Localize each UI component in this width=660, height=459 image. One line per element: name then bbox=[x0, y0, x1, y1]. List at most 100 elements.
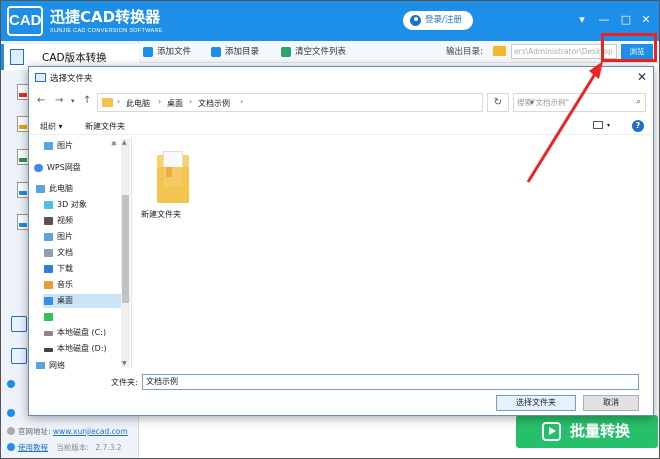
clear-list-button[interactable]: 清空文件列表 bbox=[281, 45, 346, 59]
app-logo: CAD bbox=[7, 6, 43, 36]
tool-icon[interactable] bbox=[11, 348, 27, 364]
folder-item-label[interactable]: 新建文件夹 bbox=[141, 209, 181, 220]
search-input[interactable]: 搜索"文档示例" ⌕ bbox=[513, 93, 646, 112]
cloud-icon bbox=[34, 164, 43, 172]
app-subtitle: XUNJIE CAD CONVERSION SOFTWARE bbox=[50, 28, 163, 34]
up-icon[interactable]: ↑ bbox=[83, 95, 91, 106]
nav-row: ← → ▾ ↑ › 此电脑 › 桌面 › 文档示例 › ▾ ↻ 搜索"文档示例"… bbox=[29, 91, 653, 113]
select-folder-button[interactable]: 选择文件夹 bbox=[496, 395, 576, 411]
cancel-button[interactable]: 取消 bbox=[583, 395, 639, 411]
pin-icon[interactable]: ✱ bbox=[111, 140, 117, 148]
add-dir-button[interactable]: 添加目录 bbox=[211, 45, 259, 59]
music-icon bbox=[44, 281, 53, 289]
crumb-separator: › bbox=[158, 97, 162, 106]
tree-item-pictures[interactable]: 图片 bbox=[43, 230, 121, 244]
tree-item-network[interactable]: 网络 bbox=[35, 359, 113, 369]
help-icon[interactable]: ? bbox=[632, 120, 644, 132]
download-icon bbox=[44, 265, 53, 273]
refresh-icon[interactable]: ↻ bbox=[487, 93, 509, 112]
tree-label: 音乐 bbox=[57, 280, 73, 289]
folder-icon bbox=[102, 98, 113, 107]
tree-item-documents[interactable]: 文档 bbox=[43, 246, 121, 260]
crumb-separator: › bbox=[240, 97, 244, 106]
filename-input[interactable]: 文档示例 bbox=[142, 374, 639, 390]
tree-item-pictures-quick[interactable]: 图片 bbox=[43, 139, 121, 153]
crumb-separator: › bbox=[189, 97, 193, 106]
select-folder-dialog: 选择文件夹 ✕ ← → ▾ ↑ › 此电脑 › 桌面 › 文档示例 › ▾ ↻ … bbox=[28, 66, 654, 416]
close-icon[interactable]: ✕ bbox=[639, 13, 653, 27]
new-folder-button[interactable]: 新建文件夹 bbox=[85, 121, 125, 132]
sidebar-item-label: CAD版本转换 bbox=[42, 52, 107, 64]
tree-label: 本地磁盘 (C:) bbox=[57, 328, 107, 337]
tree-item-green[interactable] bbox=[43, 310, 121, 324]
tree-label: 文档 bbox=[57, 248, 73, 257]
dialog-close-icon[interactable]: ✕ bbox=[637, 70, 647, 84]
drive-icon bbox=[44, 331, 53, 336]
batch-convert-label: 批量转换 bbox=[570, 422, 631, 440]
command-bar: 组织 ▾ 新建文件夹 ▾ ? bbox=[29, 117, 653, 135]
app-name: 迅捷CAD转换器 bbox=[50, 8, 161, 26]
folder-front bbox=[157, 167, 189, 203]
breadcrumb-this-pc[interactable]: 此电脑 bbox=[126, 98, 150, 109]
desktop-icon bbox=[44, 297, 53, 305]
tree-item-drive-d[interactable]: 本地磁盘 (D:) bbox=[43, 342, 121, 356]
play-icon bbox=[542, 422, 561, 441]
scrollbar-thumb[interactable] bbox=[122, 195, 129, 303]
video-icon bbox=[44, 217, 53, 225]
back-icon[interactable]: ← bbox=[37, 95, 45, 106]
view-icon[interactable] bbox=[593, 121, 603, 129]
output-label: 输出目录: bbox=[446, 47, 483, 57]
dropdown-icon[interactable]: ▾ bbox=[575, 13, 589, 27]
tree-item-wps[interactable]: WPS网盘 bbox=[33, 161, 111, 175]
breadcrumb-desktop[interactable]: 桌面 bbox=[167, 98, 183, 109]
crumb-separator: › bbox=[117, 97, 121, 106]
tool-icon[interactable] bbox=[11, 316, 27, 332]
tree-item-music[interactable]: 音乐 bbox=[43, 278, 121, 292]
tree-item-drive-c[interactable]: 本地磁盘 (C:) bbox=[43, 326, 121, 340]
forward-icon[interactable]: → bbox=[55, 95, 63, 106]
tree-item-desktop[interactable]: 桌面 bbox=[43, 294, 121, 308]
dialog-icon bbox=[35, 73, 46, 82]
document-icon bbox=[44, 249, 53, 257]
organize-menu[interactable]: 组织 ▾ bbox=[40, 121, 63, 132]
drive-icon bbox=[44, 348, 53, 352]
picture-icon bbox=[44, 233, 53, 241]
website-link[interactable]: www.xunjiecad.com bbox=[53, 427, 128, 436]
clear-icon bbox=[281, 47, 291, 57]
navigation-tree: 图片 WPS网盘 此电脑 3D 对象 视频 图片 文档 下载 音乐 桌面 本地磁… bbox=[29, 137, 132, 369]
tree-label: 网络 bbox=[49, 361, 65, 369]
batch-convert-button[interactable]: 批量转换 bbox=[516, 415, 658, 448]
tutorial-link[interactable]: 使用教程 bbox=[18, 443, 48, 452]
info-row bbox=[7, 380, 18, 389]
tree-item-3d[interactable]: 3D 对象 bbox=[43, 198, 121, 212]
tree-scrollbar[interactable]: ▲ ▼ bbox=[121, 139, 130, 367]
version-label: 当前版本: bbox=[56, 443, 89, 452]
tree-item-this-pc[interactable]: 此电脑 bbox=[35, 182, 113, 196]
version-value: 2.7.3.2 bbox=[95, 443, 122, 452]
website-label: 官网地址: bbox=[18, 427, 51, 436]
add-dir-label: 添加目录 bbox=[225, 47, 260, 57]
tree-label: 下载 bbox=[57, 264, 73, 273]
filename-label: 文件夹: bbox=[111, 378, 138, 387]
address-bar[interactable]: › 此电脑 › 桌面 › 文档示例 › ▾ bbox=[97, 93, 534, 112]
tree-item-videos[interactable]: 视频 bbox=[43, 214, 121, 228]
scroll-up-icon[interactable]: ▲ bbox=[122, 139, 127, 146]
maximize-icon[interactable]: □ bbox=[619, 13, 633, 27]
filename-row: 文件夹: 文档示例 bbox=[29, 371, 653, 393]
breadcrumb-current[interactable]: 文档示例 bbox=[198, 98, 230, 109]
tree-item-downloads[interactable]: 下载 bbox=[43, 262, 121, 276]
history-dropdown-icon[interactable]: ▾ bbox=[71, 97, 75, 105]
folder-item-icon[interactable] bbox=[157, 149, 191, 205]
tree-label: 图片 bbox=[57, 232, 73, 241]
add-file-button[interactable]: 添加文件 bbox=[143, 45, 191, 59]
dialog-titlebar: 选择文件夹 ✕ bbox=[29, 67, 653, 89]
minimize-icon[interactable]: — bbox=[597, 13, 611, 27]
cube-icon bbox=[44, 201, 53, 209]
tutorial-row: 使用教程 当前版本: 2.7.3.2 bbox=[7, 442, 122, 453]
scroll-down-icon[interactable]: ▼ bbox=[122, 360, 127, 367]
tree-label: 3D 对象 bbox=[57, 200, 87, 209]
tree-label: 本地磁盘 (D:) bbox=[57, 344, 107, 353]
view-dropdown-icon[interactable]: ▾ bbox=[607, 122, 610, 129]
login-button[interactable]: 登录/注册 bbox=[403, 11, 473, 30]
search-placeholder: 搜索"文档示例" bbox=[517, 98, 569, 107]
